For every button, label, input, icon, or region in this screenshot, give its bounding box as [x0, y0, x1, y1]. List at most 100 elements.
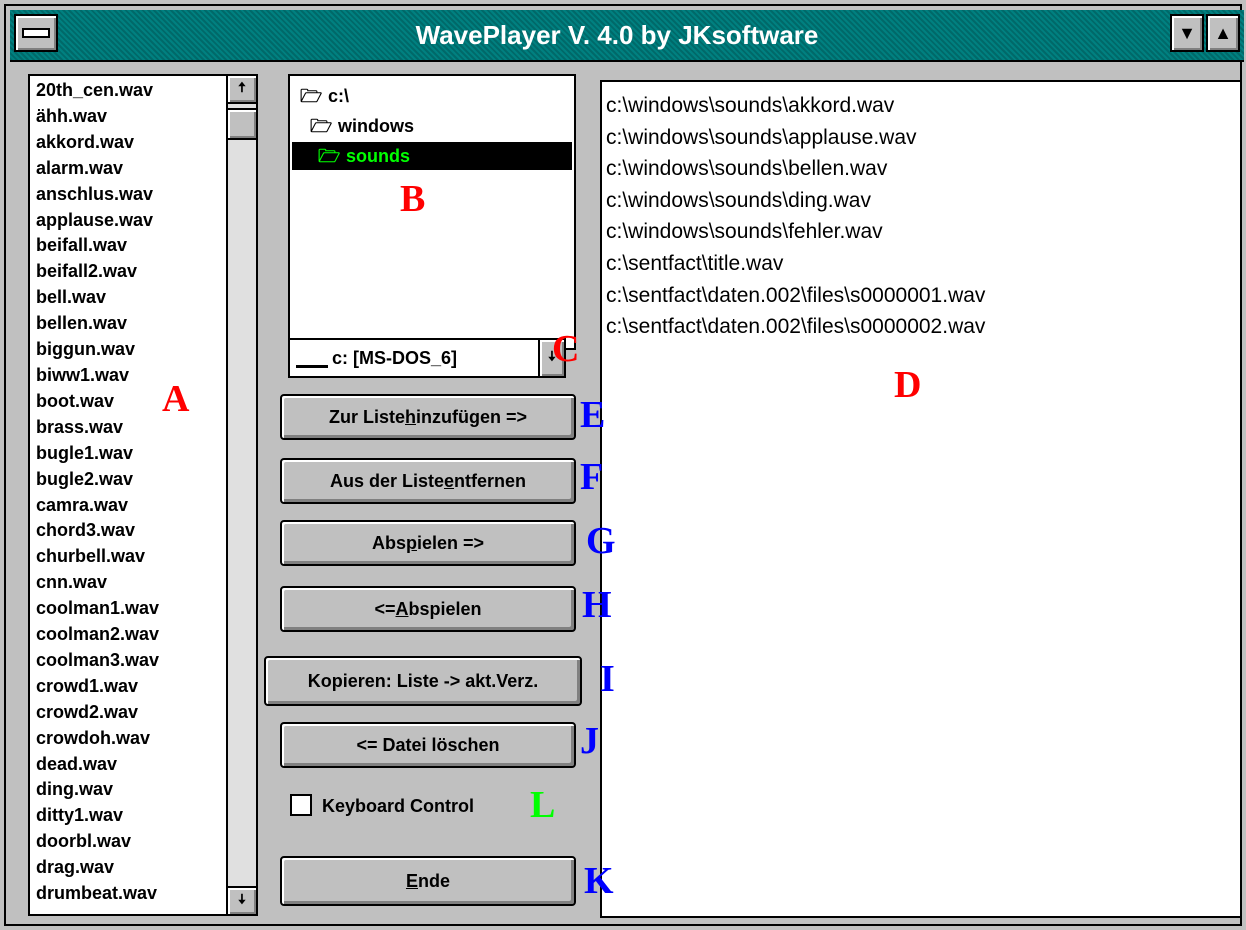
annotation-c: C [552, 328, 580, 370]
remove-from-list-button[interactable]: Aus der Liste e ntfernen [280, 458, 576, 504]
file-list-item[interactable]: boot.wav [36, 389, 220, 415]
dir-item-sounds[interactable]: 🗁 sounds [292, 142, 572, 170]
system-menu-icon [22, 28, 50, 38]
file-list-item[interactable]: churbell.wav [36, 544, 220, 570]
drive-select-value: c: [MS-DOS_6] [296, 340, 457, 376]
scroll-up-arrow-icon[interactable]: 🠅 [228, 76, 256, 104]
button-label: <= [374, 598, 396, 619]
playlist-item[interactable]: c:\windows\sounds\ding.wav [602, 185, 1240, 217]
file-list-item[interactable]: chord3.wav [36, 518, 220, 544]
wave-file-list-items: 20th_cen.wav ähh.wav akkord.wav alarm.wav an… [36, 78, 220, 912]
button-label: inzufügen => [416, 406, 528, 427]
file-list-item[interactable]: drumbeat.wav [36, 881, 220, 907]
playlist-items: c:\windows\sounds\akkord.wav c:\windows\s… [602, 90, 1240, 343]
file-list-item[interactable]: crowdoh.wav [36, 726, 220, 752]
dir-item-windows[interactable]: 🗁 windows [310, 112, 414, 140]
playlist-item[interactable]: c:\windows\sounds\applause.wav [602, 122, 1240, 154]
file-list-item[interactable]: akkord.wav [36, 130, 220, 156]
file-list-item[interactable]: bell.wav [36, 285, 220, 311]
annotation-h: H [582, 584, 612, 626]
file-list-scrollbar[interactable]: 🠅 🠇 [226, 76, 256, 914]
annotation-i: I [600, 658, 615, 700]
dir-item-label: c:\ [328, 86, 350, 106]
maximize-button[interactable]: ▲ [1206, 14, 1240, 52]
file-list-item[interactable]: crowd1.wav [36, 674, 220, 700]
dir-item-root[interactable]: 🗁 c:\ [300, 82, 349, 110]
file-list-item[interactable]: camra.wav [36, 493, 220, 519]
file-list-item[interactable]: beifall.wav [36, 233, 220, 259]
copy-list-button[interactable]: Kopieren: Liste -> akt.Verz. [264, 656, 582, 706]
button-accelerator: e [444, 470, 455, 491]
file-list-item[interactable]: bugle1.wav [36, 441, 220, 467]
delete-file-button[interactable]: <= Datei löschen [280, 722, 576, 768]
button-label: Aus der Liste [329, 470, 444, 491]
annotation-b: B [400, 178, 426, 220]
playlist[interactable]: c:\windows\sounds\akkord.wav c:\windows\s… [600, 80, 1242, 918]
add-to-list-button[interactable]: Zur Liste h inzufügen => [280, 394, 576, 440]
drive-icon [296, 351, 328, 368]
playlist-item[interactable]: c:\windows\sounds\bellen.wav [602, 153, 1240, 185]
file-list-item[interactable]: 20th_cen.wav [36, 78, 220, 104]
playlist-item[interactable]: c:\windows\sounds\fehler.wav [602, 216, 1240, 248]
file-list-item[interactable]: ähh.wav [36, 104, 220, 130]
exit-button[interactable]: Ende [280, 856, 576, 906]
annotation-a: A [162, 378, 190, 420]
button-accelerator: A [395, 598, 409, 619]
button-accelerator: h [405, 406, 416, 427]
annotation-l: L [530, 784, 556, 826]
file-list-item[interactable]: biggun.wav [36, 337, 220, 363]
button-label: ielen => [416, 532, 485, 553]
playlist-item[interactable]: c:\sentfact\daten.002\files\s0000002.wav [602, 311, 1240, 343]
system-menu-button[interactable] [14, 14, 58, 52]
button-label: Zur Liste [328, 406, 405, 427]
file-list-item[interactable]: beifall2.wav [36, 259, 220, 285]
file-list-item[interactable]: bellen.wav [36, 311, 220, 337]
open-folder-icon: 🗁 [300, 86, 323, 106]
file-list-item[interactable]: coolman1.wav [36, 596, 220, 622]
wave-player-window: WavePlayer V. 4.0 by JKsoftware ▼ ▲ 20th… [0, 0, 1246, 930]
annotation-d: D [894, 364, 922, 406]
button-label: bspielen [408, 598, 482, 619]
playlist-item[interactable]: c:\sentfact\daten.002\files\s0000001.wav [602, 280, 1240, 312]
minimize-button[interactable]: ▼ [1170, 14, 1204, 52]
file-list-item[interactable]: doorbl.wav [36, 829, 220, 855]
file-list-item[interactable]: brass.wav [36, 415, 220, 441]
file-list-item[interactable]: biww1.wav [36, 363, 220, 389]
scroll-down-arrow-icon[interactable]: 🠇 [228, 886, 256, 914]
title-bar[interactable]: WavePlayer V. 4.0 by JKsoftware ▼ ▲ [10, 10, 1244, 62]
annotation-f: F [580, 456, 604, 498]
file-list-item[interactable]: bugle2.wav [36, 467, 220, 493]
file-list-item[interactable]: cnn.wav [36, 570, 220, 596]
annotation-k: K [584, 860, 614, 902]
directory-tree[interactable]: 🗁 c:\ 🗁 windows 🗁 sounds [288, 74, 576, 350]
scroll-thumb[interactable] [228, 108, 256, 140]
dir-item-label: windows [338, 116, 414, 136]
playlist-item[interactable]: c:\sentfact\title.wav [602, 248, 1240, 280]
button-label: Abs [371, 532, 406, 553]
keyboard-control-checkbox[interactable] [290, 794, 312, 816]
keyboard-control-label[interactable]: Keyboard Control [322, 792, 474, 820]
file-list-item[interactable]: ditty1.wav [36, 803, 220, 829]
play-right-button[interactable]: Abs p ielen => [280, 520, 576, 566]
play-left-button[interactable]: <= Abspielen [280, 586, 576, 632]
dir-item-label: sounds [346, 146, 411, 166]
file-list-item[interactable]: crowd2.wav [36, 700, 220, 726]
drive-select[interactable]: c: [MS-DOS_6] 🠇 [288, 338, 566, 378]
file-list-item[interactable]: applause.wav [36, 208, 220, 234]
annotation-e: E [580, 394, 606, 436]
file-list-item[interactable]: alarm.wav [36, 156, 220, 182]
button-accelerator: p [405, 532, 417, 553]
file-list-item[interactable]: coolman3.wav [36, 648, 220, 674]
file-list-item[interactable]: anschlus.wav [36, 182, 220, 208]
file-list-item[interactable]: coolman2.wav [36, 622, 220, 648]
file-list-item[interactable]: drag.wav [36, 855, 220, 881]
annotation-g: G [586, 520, 616, 562]
button-label: ntfernen [454, 470, 527, 491]
file-list-item[interactable]: ding.wav [36, 777, 220, 803]
open-folder-icon: 🗁 [318, 146, 341, 166]
playlist-item[interactable]: c:\windows\sounds\akkord.wav [602, 90, 1240, 122]
button-label: nde [418, 870, 451, 891]
wave-file-list[interactable]: 20th_cen.wav ähh.wav akkord.wav alarm.wav an… [28, 74, 258, 916]
file-list-item[interactable]: dead.wav [36, 752, 220, 778]
button-accelerator: E [405, 870, 418, 891]
